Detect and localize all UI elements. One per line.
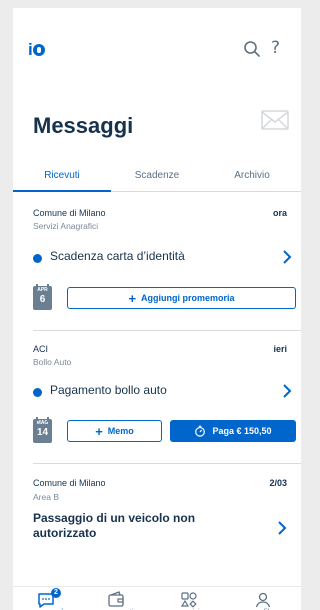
pay-label: Paga € 150,50: [212, 426, 272, 436]
tab-ricevuti[interactable]: Ricevuti: [13, 170, 111, 192]
message-sender: ACI: [33, 344, 49, 354]
tab-archivio[interactable]: Archivio: [203, 170, 301, 192]
message-time: ora: [272, 208, 287, 218]
message-subject-row[interactable]: Pagamento bollo auto: [33, 383, 293, 401]
calendar-icon: MAG 14: [33, 417, 52, 443]
message-card[interactable]: ACI Bollo Auto ieri Pagamento bollo auto…: [13, 340, 301, 444]
tab-scadenze[interactable]: Scadenze: [111, 170, 203, 192]
bottom-nav-divider: [13, 586, 301, 587]
pay-button[interactable]: Paga € 150,50: [170, 420, 296, 442]
divider: [33, 330, 301, 331]
message-subject: Passaggio di un veicolo non autorizzato: [33, 511, 196, 540]
logo-letter: i: [28, 40, 33, 59]
message-subject: Scadenza carta d’identità: [50, 249, 185, 263]
divider: [33, 463, 301, 464]
message-time: ieri: [273, 344, 287, 354]
message-service: Area B: [33, 492, 59, 502]
message-service: Bollo Auto: [33, 357, 72, 367]
chevron-right-icon[interactable]: [281, 383, 293, 399]
message-time: 2/03: [269, 478, 287, 488]
memo-button[interactable]: + Memo: [67, 420, 162, 442]
app-frame: io i ? Messaggi Ricevuti Scadenze Archiv…: [0, 0, 307, 610]
logo-circle-icon: [32, 44, 45, 56]
add-reminder-label: Aggiungi promemoria: [141, 293, 235, 303]
envelope-icon: [261, 110, 289, 130]
plus-icon: +: [95, 423, 103, 439]
memo-label: Memo: [107, 426, 134, 436]
tab-bar: Ricevuti Scadenze Archivio: [13, 170, 301, 192]
search-icon[interactable]: [243, 40, 261, 58]
plus-icon: +: [128, 290, 137, 306]
timer-icon: [195, 425, 206, 437]
message-sender: Comune di Milano: [33, 478, 106, 488]
calendar-icon: APR 6: [33, 284, 52, 310]
calendar-month: MAG: [36, 420, 49, 426]
unread-dot-icon: [33, 254, 42, 263]
io-logo: io i: [28, 40, 45, 60]
calendar-day: 14: [36, 427, 49, 438]
help-icon[interactable]: ?: [271, 38, 280, 58]
phone-screen: io i ? Messaggi Ricevuti Scadenze Archiv…: [13, 8, 301, 610]
message-subject-row[interactable]: Scadenza carta d’identità: [33, 249, 293, 267]
top-bar: io i ?: [13, 38, 301, 62]
chevron-right-icon[interactable]: [276, 520, 288, 536]
chevron-right-icon[interactable]: [281, 249, 293, 265]
message-service: Servizi Anagrafici: [33, 221, 99, 231]
unread-dot-icon: [33, 388, 42, 397]
unread-count-badge: 2: [51, 588, 61, 598]
message-card[interactable]: Comune di Milano Area B 2/03 Passaggio d…: [13, 474, 301, 574]
page-title: Messaggi: [33, 113, 134, 138]
message-card[interactable]: Comune di Milano Servizi Anagrafici ora …: [13, 206, 301, 310]
calendar-month: APR: [37, 287, 48, 293]
add-reminder-button[interactable]: + Aggiungi promemoria: [67, 287, 296, 309]
message-sender: Comune di Milano: [33, 208, 106, 218]
message-subject: Pagamento bollo auto: [50, 383, 167, 397]
calendar-day: 6: [39, 294, 46, 305]
tab-active-indicator: [13, 190, 111, 192]
